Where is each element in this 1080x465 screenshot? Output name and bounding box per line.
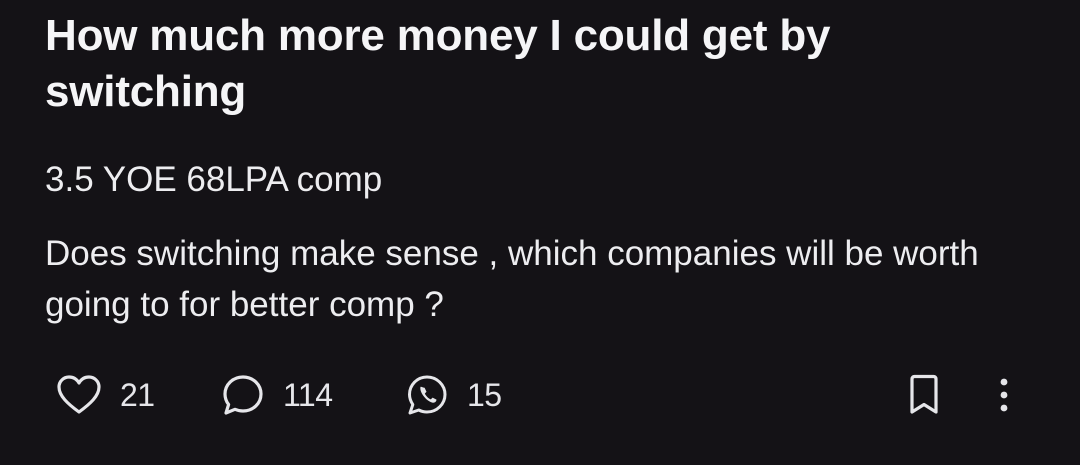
like-count: 21 [120,376,155,413]
post-title[interactable]: How much more money I could get by switc… [45,8,945,120]
post-subtitle: 3.5 YOE 68LPA comp [45,160,383,199]
bookmark-icon [906,373,942,417]
comment-button[interactable]: 114 [221,370,333,420]
comment-count: 114 [283,376,333,413]
like-button[interactable]: 21 [56,370,155,420]
post-body: Does switching make sense , which compan… [45,234,979,324]
whatsapp-share-button[interactable]: 15 [405,370,502,420]
heart-icon [56,374,102,416]
more-vertical-icon [996,373,1012,417]
comment-bubble-icon [221,373,265,417]
post-actions-bar: 21 114 15 [56,370,1026,420]
share-count: 15 [467,376,502,413]
bookmark-button[interactable] [906,370,942,420]
more-options-button[interactable] [996,370,1012,420]
whatsapp-icon [405,373,449,417]
